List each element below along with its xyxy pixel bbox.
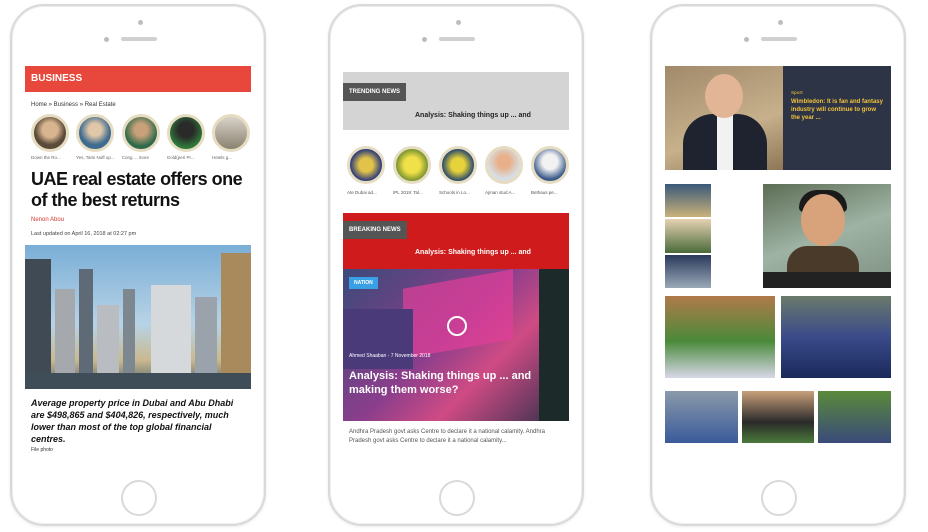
story-thumb-caption: Schools in Lo... bbox=[439, 190, 470, 195]
story-image bbox=[665, 296, 775, 378]
story-card[interactable] bbox=[781, 296, 891, 378]
story-thumb-caption: Ajman stud A... bbox=[485, 190, 516, 195]
feature-panel: Sport Wimbledon: It is fan and fantasy i… bbox=[783, 66, 891, 170]
story-thumb[interactable]: Gold(peri Pr... bbox=[166, 114, 205, 160]
story-row bbox=[665, 296, 891, 378]
story-thumb-caption: Yes, Tami Nuff up... bbox=[76, 155, 115, 160]
photo-caption: Average property price in Dubai and Abu … bbox=[31, 398, 234, 444]
phone-mockup-3: Sport Wimbledon: It is fan and fantasy i… bbox=[650, 4, 906, 526]
story-thumb-image bbox=[121, 114, 160, 152]
story-card[interactable] bbox=[665, 388, 738, 443]
story-card[interactable] bbox=[741, 388, 815, 443]
story-thumb-caption: Cong ... more bbox=[121, 155, 149, 160]
earpiece-speaker bbox=[439, 37, 475, 41]
story-thumb-image bbox=[166, 114, 205, 152]
home-button[interactable] bbox=[439, 480, 475, 516]
story-thumb[interactable]: Ajman stud A... bbox=[485, 146, 523, 195]
story-row bbox=[665, 184, 891, 288]
article-author[interactable]: Nenon Abou bbox=[25, 211, 251, 223]
category-badge[interactable]: NATION bbox=[349, 277, 378, 289]
story-photo-caption bbox=[763, 272, 891, 288]
breaking-news-label: BREAKING NEWS bbox=[343, 221, 407, 239]
story-thumb-caption: Ate Dubai ad... bbox=[347, 190, 377, 195]
article-headline: UAE real estate offers one of the best r… bbox=[31, 169, 243, 210]
feature-block[interactable]: Sport Wimbledon: It is fan and fantasy i… bbox=[665, 66, 891, 170]
story-image bbox=[818, 391, 891, 443]
story-thumb-image bbox=[76, 114, 114, 152]
front-camera bbox=[104, 37, 109, 42]
breadcrumb[interactable]: Home » Business » Real Estate bbox=[25, 92, 251, 114]
story-thumb-caption: Gold(peri Pr... bbox=[166, 155, 195, 160]
story-thumb-image bbox=[439, 146, 477, 184]
proximity-sensor bbox=[778, 20, 783, 25]
story-thumb[interactable]: Bethaus pe... bbox=[531, 146, 569, 195]
story-snippet bbox=[711, 184, 763, 288]
play-icon[interactable] bbox=[447, 316, 467, 336]
proximity-sensor bbox=[456, 20, 461, 25]
trending-news-label: TRENDING NEWS bbox=[343, 83, 406, 101]
story-thumb-image bbox=[393, 146, 431, 184]
story-thumb[interactable]: Yes, Tami Nuff up... bbox=[76, 114, 115, 160]
featured-story-card[interactable]: NATION Ahmed Shaaban - 7 November 2018 A… bbox=[343, 269, 569, 421]
story-thumb-image bbox=[347, 146, 385, 184]
trending-news-banner[interactable]: TRENDING NEWS Analysis: Shaking things u… bbox=[343, 72, 569, 130]
home-button[interactable] bbox=[121, 480, 157, 516]
feature-tag: Sport bbox=[791, 90, 803, 95]
photo-credit: File photo bbox=[31, 447, 53, 453]
article-updated-time: Last updated on April 16, 2018 at 02:27 … bbox=[31, 231, 137, 237]
story-row bbox=[665, 388, 891, 443]
story-thumb[interactable]: Cong ... more bbox=[121, 114, 160, 160]
story-thumb[interactable]: IPL 2019: Tal... bbox=[393, 146, 431, 195]
story-tile[interactable] bbox=[665, 184, 711, 218]
story-thumb[interactable]: Ate Dubai ad... bbox=[347, 146, 385, 195]
earpiece-speaker bbox=[761, 37, 797, 41]
screen-article: BUSINESS Home » Business » Real Estate D… bbox=[25, 66, 251, 482]
story-image bbox=[665, 391, 738, 443]
feature-photo bbox=[665, 66, 783, 170]
story-photo[interactable] bbox=[763, 184, 891, 288]
story-thumb-caption: Hotels g... bbox=[211, 155, 232, 160]
article-photo bbox=[25, 245, 251, 389]
story-thumb-image bbox=[485, 146, 523, 184]
front-camera bbox=[422, 37, 427, 42]
story-thumbnails: Down the Ro... Yes, Tami Nuff up... Cong… bbox=[25, 114, 251, 160]
screen-news-feed: TRENDING NEWS Analysis: Shaking things u… bbox=[343, 66, 569, 482]
story-thumb-image bbox=[531, 146, 569, 184]
story-thumb-image bbox=[211, 114, 250, 152]
story-thumb-caption: Bethaus pe... bbox=[531, 190, 558, 195]
phone-mockup-2: TRENDING NEWS Analysis: Shaking things u… bbox=[328, 4, 584, 526]
feature-title[interactable]: Wimbledon: It is fan and fantasy industr… bbox=[791, 98, 883, 122]
story-card[interactable] bbox=[818, 388, 891, 443]
story-tile[interactable] bbox=[665, 254, 711, 288]
featured-headline[interactable]: Analysis: Shaking things up ... and maki… bbox=[349, 369, 559, 397]
story-image bbox=[741, 391, 815, 443]
breaking-news-banner[interactable]: BREAKING NEWS Analysis: Shaking things u… bbox=[343, 213, 569, 269]
story-meta: Ahmed Shaaban - 7 November 2018 bbox=[349, 353, 431, 359]
earpiece-speaker bbox=[121, 37, 157, 41]
thumb-strip bbox=[665, 184, 711, 288]
story-thumb-caption: IPL 2019: Tal... bbox=[393, 190, 423, 195]
breaking-news-ticker[interactable]: Analysis: Shaking things up ... and bbox=[415, 249, 531, 256]
front-camera bbox=[744, 37, 749, 42]
phone-mockup-1: BUSINESS Home » Business » Real Estate D… bbox=[10, 4, 266, 526]
featured-summary: Andhra Pradesh govt asks Centre to decla… bbox=[349, 429, 545, 444]
story-tile[interactable] bbox=[665, 219, 711, 253]
story-thumb-image bbox=[31, 114, 69, 152]
home-button[interactable] bbox=[761, 480, 797, 516]
proximity-sensor bbox=[138, 20, 143, 25]
story-card[interactable] bbox=[665, 296, 775, 378]
section-header[interactable]: BUSINESS bbox=[25, 66, 251, 92]
story-image bbox=[781, 296, 891, 378]
story-thumb[interactable]: Schools in Lo... bbox=[439, 146, 477, 195]
story-thumb-caption: Down the Ro... bbox=[31, 155, 61, 160]
story-thumbnails: Ate Dubai ad... IPL 2019: Tal... Schools… bbox=[343, 130, 569, 195]
story-thumb[interactable]: Hotels g... bbox=[211, 114, 250, 160]
screen-sport-grid: Sport Wimbledon: It is fan and fantasy i… bbox=[665, 66, 891, 482]
story-thumb[interactable]: Down the Ro... bbox=[31, 114, 69, 160]
trending-news-ticker[interactable]: Analysis: Shaking things up ... and bbox=[415, 112, 531, 119]
